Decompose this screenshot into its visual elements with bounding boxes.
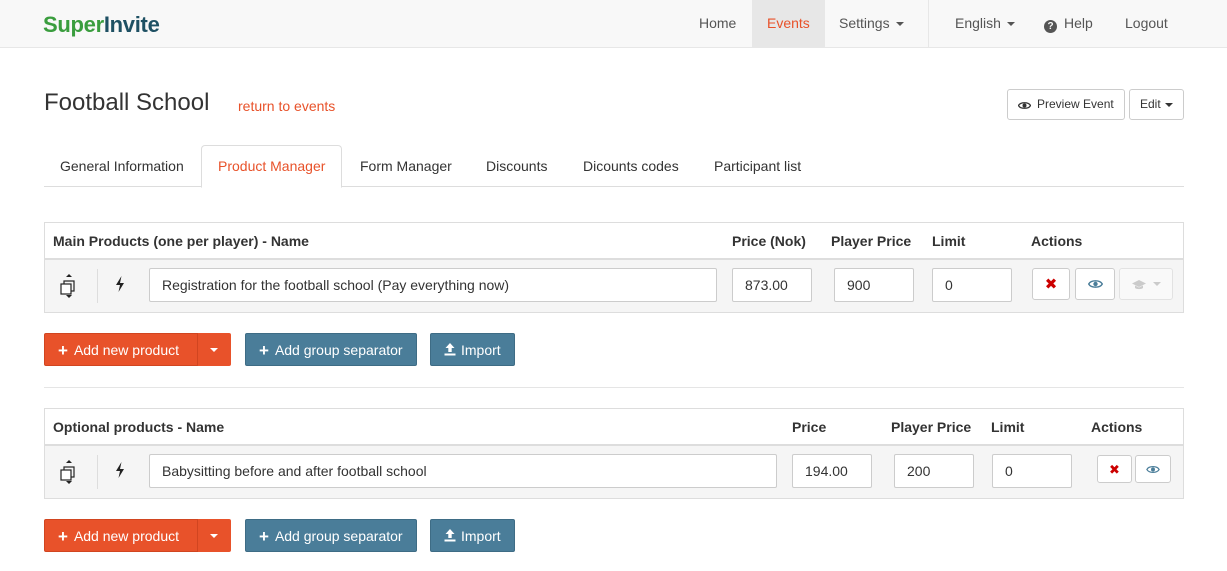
tab-discounts[interactable]: Discounts — [470, 145, 563, 187]
add-group-separator-button[interactable]: + Add group separator — [245, 519, 417, 552]
edit-dropdown-button[interactable]: Edit — [1129, 89, 1184, 120]
drag-handle-icon[interactable] — [58, 273, 80, 299]
upload-icon — [444, 529, 456, 542]
chevron-down-icon — [1153, 282, 1161, 286]
upload-icon — [444, 343, 456, 356]
column-header-price: Price (Nok) — [732, 233, 806, 249]
player-price-input[interactable]: 900 — [834, 268, 914, 302]
tab-product-manager[interactable]: Product Manager — [201, 145, 343, 188]
column-header-player-price: Player Price — [831, 233, 912, 249]
plus-icon: + — [259, 527, 269, 546]
plus-icon: + — [58, 527, 68, 546]
preview-event-button[interactable]: Preview Event — [1007, 89, 1125, 120]
drag-handle-icon[interactable] — [58, 459, 80, 485]
chevron-down-icon — [895, 22, 904, 27]
chevron-down-icon — [210, 348, 218, 352]
import-button[interactable]: Import — [430, 333, 515, 366]
page-title: Football School — [44, 89, 210, 116]
column-header-name: Main Products (one per player) - Name — [53, 233, 309, 249]
chevron-down-icon — [210, 534, 218, 538]
close-icon: ✖ — [1044, 275, 1058, 293]
table-header: Main Products (one per player) - Name Pr… — [45, 223, 1183, 260]
column-header-player-price: Player Price — [891, 419, 972, 435]
eye-icon — [1087, 280, 1103, 288]
eye-icon — [1017, 102, 1032, 109]
nav-events[interactable]: Events — [752, 0, 825, 47]
player-price-input[interactable]: 200 — [894, 454, 974, 488]
return-to-events-link[interactable]: return to events — [238, 98, 335, 114]
tab-discount-codes[interactable]: Dicounts codes — [567, 145, 695, 187]
nav-home[interactable]: Home — [684, 0, 751, 47]
nav-divider — [928, 0, 929, 47]
toggle-visibility-button[interactable] — [1075, 268, 1115, 300]
graduation-cap-icon — [1132, 279, 1146, 289]
plus-icon: + — [259, 341, 269, 360]
nav-help[interactable]: ? Help — [1029, 0, 1108, 47]
limit-input[interactable]: 0 — [932, 268, 1012, 302]
product-name-input[interactable]: Registration for the football school (Pa… — [149, 268, 717, 302]
table-header: Optional products - Name Price Player Pr… — [45, 409, 1183, 446]
plus-icon: + — [58, 341, 68, 360]
add-new-product-button[interactable]: + Add new product — [44, 333, 198, 366]
nav-language-dropdown[interactable]: English — [940, 0, 1030, 47]
column-header-limit: Limit — [932, 233, 966, 249]
add-group-separator-button[interactable]: + Add group separator — [245, 333, 417, 366]
top-navbar: SuperInvite Home Events Settings English… — [0, 0, 1227, 48]
table-row: Registration for the football school (Pa… — [45, 260, 1183, 312]
product-name-input[interactable]: Babysitting before and after football sc… — [149, 454, 777, 488]
tab-form-manager[interactable]: Form Manager — [344, 145, 468, 187]
delete-product-button[interactable]: ✖ — [1097, 455, 1132, 483]
nav-logout[interactable]: Logout — [1110, 0, 1183, 47]
import-button[interactable]: Import — [430, 519, 515, 552]
section-divider — [44, 387, 1184, 388]
column-header-limit: Limit — [991, 419, 1025, 435]
table-row: Babysitting before and after football sc… — [45, 446, 1183, 498]
column-header-actions: Actions — [1091, 419, 1143, 435]
product-price-input[interactable]: 873.00 — [732, 268, 812, 302]
add-new-product-button[interactable]: + Add new product — [44, 519, 198, 552]
main-products-table: Main Products (one per player) - Name Pr… — [44, 222, 1184, 313]
tab-general-information[interactable]: General Information — [44, 145, 200, 187]
limit-input[interactable]: 0 — [992, 454, 1072, 488]
event-tabs: General Information Product Manager Form… — [44, 145, 1184, 188]
superinvite-logo[interactable]: SuperInvite — [43, 12, 160, 38]
question-circle-icon: ? — [1044, 20, 1057, 33]
row-divider — [97, 455, 98, 489]
column-header-name: Optional products - Name — [53, 419, 225, 435]
column-header-price: Price — [792, 419, 827, 435]
tab-participant-list[interactable]: Participant list — [698, 145, 817, 187]
eye-icon — [1146, 465, 1160, 473]
add-product-dropdown-toggle[interactable] — [197, 519, 231, 552]
lightning-bolt-icon[interactable] — [113, 461, 127, 479]
close-icon: ✖ — [1109, 461, 1120, 477]
delete-product-button[interactable]: ✖ — [1032, 268, 1070, 300]
optional-products-table: Optional products - Name Price Player Pr… — [44, 408, 1184, 499]
graduation-cap-dropdown-button[interactable] — [1119, 268, 1173, 300]
chevron-down-icon — [1006, 22, 1015, 27]
column-header-actions: Actions — [1031, 233, 1083, 249]
add-product-dropdown-toggle[interactable] — [197, 333, 231, 366]
row-divider — [97, 269, 98, 303]
nav-settings-dropdown[interactable]: Settings — [824, 0, 919, 47]
lightning-bolt-icon[interactable] — [113, 275, 127, 293]
product-price-input[interactable]: 194.00 — [792, 454, 872, 488]
toggle-visibility-button[interactable] — [1135, 455, 1171, 483]
chevron-down-icon — [1164, 102, 1173, 107]
